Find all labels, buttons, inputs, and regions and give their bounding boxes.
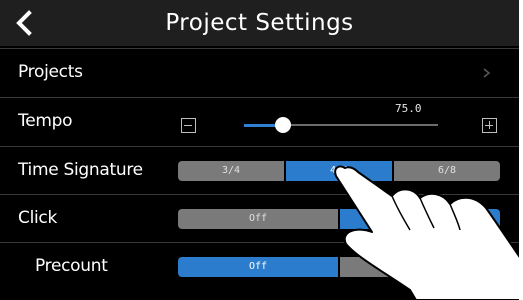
header-bar: Project Settings [0,0,519,46]
tempo-increase-button[interactable] [482,118,497,133]
time-signature-option-6-8[interactable]: 6/8 [394,161,500,181]
time-signature-label: Time Signature [18,160,143,180]
chevron-left-icon [16,10,32,36]
tempo-value: 75.0 [395,102,422,115]
click-row: Click Off [0,194,519,242]
projects-row[interactable]: Projects [0,48,519,96]
precount-option-off[interactable]: Off [178,257,338,277]
tempo-slider-knob[interactable] [274,117,291,133]
tempo-row: Tempo 75.0 [0,97,519,145]
device-bezel [519,0,523,300]
time-signature-option-3-4[interactable]: 3/4 [178,161,284,181]
time-signature-row: Time Signature 3/4 4/4 6/8 [0,146,519,194]
click-option-on[interactable] [340,209,500,229]
time-signature-option-4-4[interactable]: 4/4 [286,161,392,181]
time-signature-segmented-control: 3/4 4/4 6/8 [178,161,500,181]
chevron-right-icon [480,63,494,83]
back-button[interactable] [8,6,42,40]
project-settings-screen: Project Settings Projects Tempo 75.0 Tim… [0,0,523,300]
page-title: Project Settings [165,10,354,36]
tempo-decrease-button[interactable] [181,118,196,133]
click-label: Click [18,208,58,228]
tempo-label: Tempo [18,111,73,131]
precount-option-second[interactable] [340,257,500,277]
precount-row: Precount Off [0,242,519,290]
click-option-off[interactable]: Off [178,209,338,229]
projects-label: Projects [18,62,83,82]
precount-label: Precount [35,256,108,276]
precount-segmented-control: Off [178,257,500,277]
click-segmented-control: Off [178,209,500,229]
tempo-slider[interactable] [244,117,438,133]
